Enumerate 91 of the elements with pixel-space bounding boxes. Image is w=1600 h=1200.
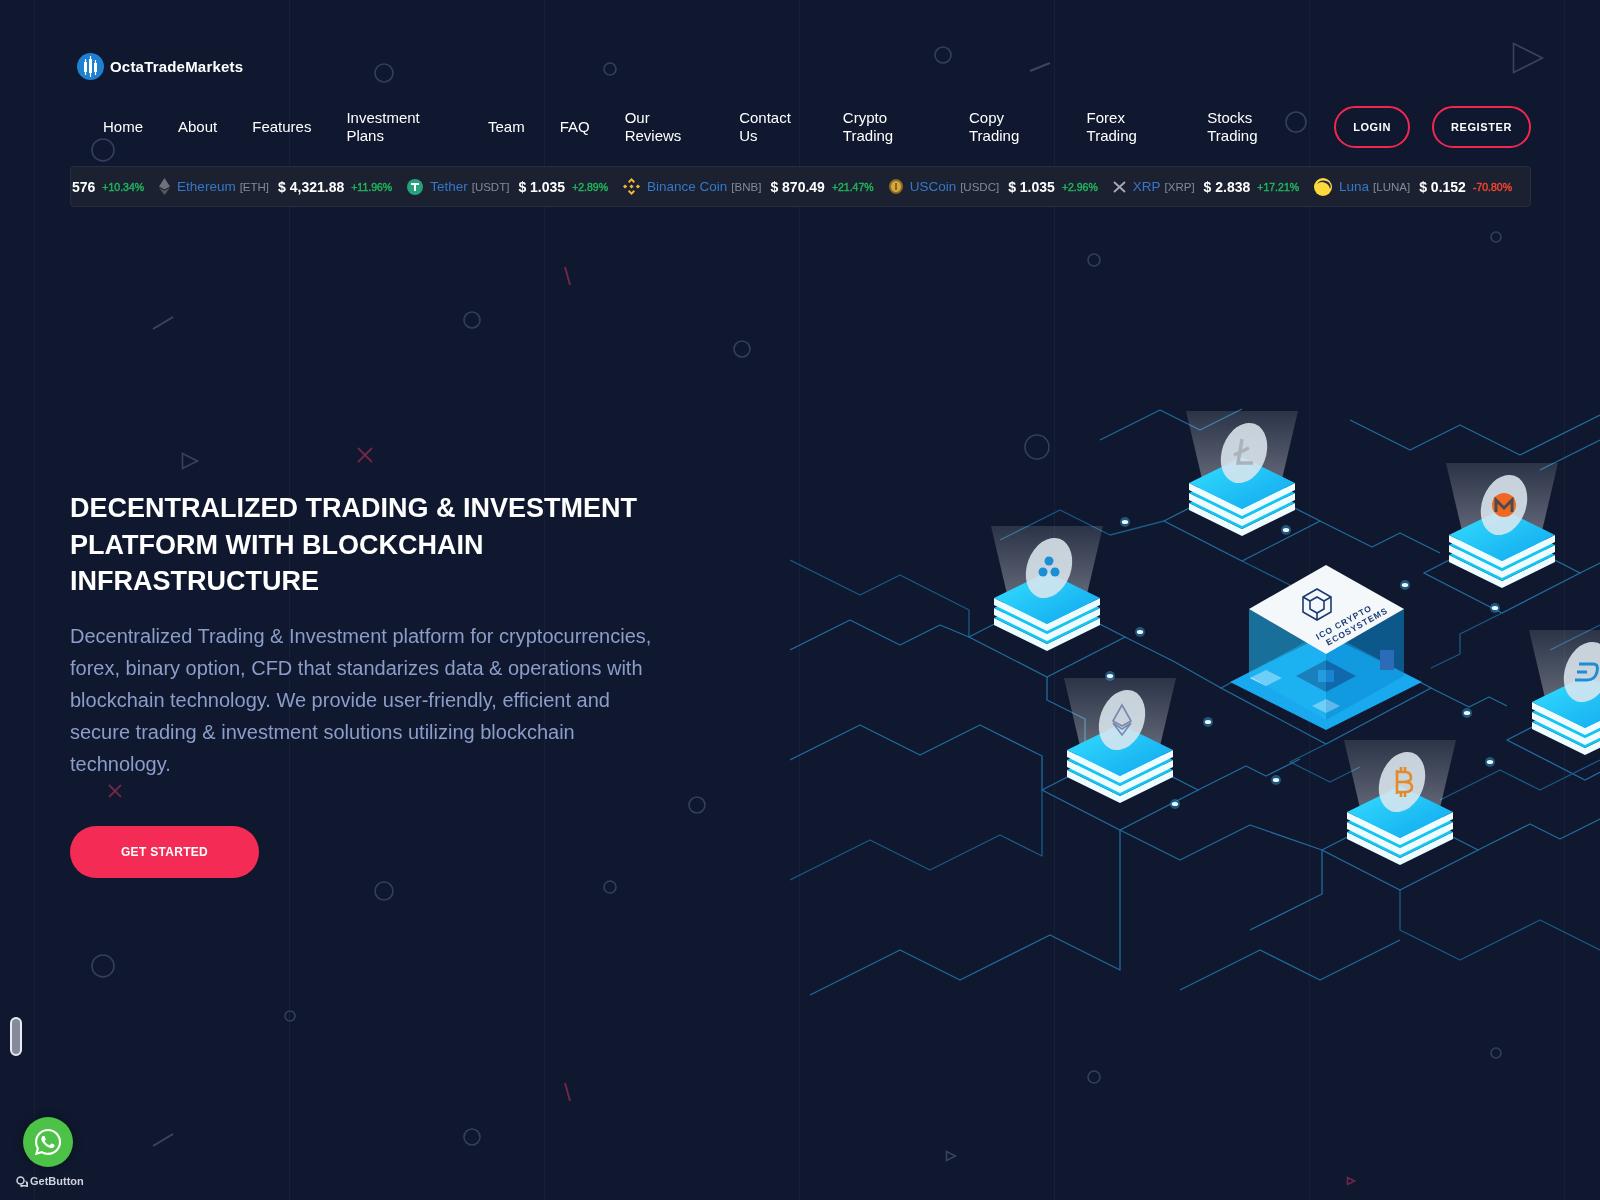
hero-description: Decentralized Trading & Investment platform for cryptocurrencies, forex, binary option, CFD that standarizes data & operations with blockchain technology. We provide user-friendly, efficient and secure trading & investment solutions utilizing blockchain technology.	[70, 623, 653, 777]
nav-link[interactable]: Features	[252, 118, 312, 136]
coin-icon	[1025, 537, 1073, 599]
candlestick-logo-icon	[77, 53, 104, 80]
diamond-pattern-coin-icon	[623, 178, 641, 195]
price-change: +21.47%	[831, 180, 874, 193]
coin-price: $ 2.838	[1203, 178, 1251, 195]
coin-name[interactable]: Binance Coin	[647, 179, 728, 194]
nav-link[interactable]: Copy Trading	[968, 109, 1052, 145]
coin-price: $ 4,321.88	[278, 178, 345, 195]
dash-mark-icon	[1029, 62, 1051, 72]
price-change: +2.96%	[1061, 180, 1098, 193]
coin-icon	[1480, 474, 1528, 536]
circle-outline-icon	[91, 954, 115, 978]
circle-outline-icon	[733, 340, 751, 358]
price-change: +11.96%	[351, 180, 393, 193]
scroll-handle[interactable]	[10, 1017, 22, 1056]
triangle-outline-icon	[181, 452, 199, 470]
dash-mark-icon	[563, 266, 571, 286]
dash-mark-icon	[563, 1082, 571, 1102]
dash-mark-icon	[152, 316, 174, 330]
circle-outline-icon	[1024, 434, 1050, 460]
widget-credit-link[interactable]: GetButton	[30, 1175, 84, 1187]
circle-outline-icon	[603, 62, 617, 76]
nav-link[interactable]: Stocks Trading	[1207, 109, 1300, 145]
coin-price: $ 870.49	[770, 178, 825, 195]
coin-name[interactable]: Luna	[1339, 179, 1370, 194]
coin-price: $ 1.035	[1008, 178, 1055, 195]
circle-outline-icon	[463, 1128, 481, 1146]
coin-icon	[888, 179, 903, 194]
triangle-outline-icon	[1346, 1176, 1356, 1186]
price-change: -70.80%	[1472, 180, 1512, 193]
circle-outline-icon	[463, 311, 481, 329]
circle-outline-icon	[1285, 111, 1307, 133]
circle-outline-icon	[284, 1010, 296, 1022]
whatsapp-chat-button[interactable]	[23, 1117, 73, 1167]
coin-icon	[1378, 751, 1426, 813]
nav-link[interactable]: Forex Trading	[1086, 109, 1173, 145]
t-coin-icon	[407, 178, 424, 195]
circle-outline-icon	[1490, 231, 1502, 243]
nav-link[interactable]: About	[178, 118, 218, 136]
circle-outline-icon	[1087, 1070, 1101, 1084]
hero-title: DECENTRALIZED TRADING & INVESTMENT PLATFORM WITH BLOCKCHAIN INFRASTRUCTURE	[70, 492, 638, 598]
coin-price: 576	[72, 178, 96, 195]
nav-link[interactable]: Home	[103, 118, 143, 136]
chat-bubbles-icon	[16, 1175, 28, 1187]
circle-outline-icon	[688, 796, 706, 814]
circle-outline-icon	[1087, 253, 1101, 267]
coin-symbol: [BNB]	[731, 180, 762, 193]
cross-mark-icon	[108, 784, 122, 798]
coin-name[interactable]: USCoin	[909, 179, 957, 194]
coin-price: $ 1.035	[518, 178, 566, 195]
coin-name[interactable]: XRP	[1132, 179, 1161, 194]
coin-icon	[1098, 689, 1146, 751]
brand-name[interactable]: OctaTradeMarkets	[110, 58, 244, 75]
coin-symbol: [USDC]	[960, 180, 1000, 193]
circle-outline-icon	[1490, 1047, 1502, 1059]
coin-icon	[1563, 641, 1600, 703]
circle-outline-icon	[91, 138, 115, 162]
circle-outline-icon	[603, 880, 617, 894]
diamond-coin-icon	[159, 178, 171, 195]
price-change: +2.89%	[572, 180, 609, 193]
coin-icon	[1220, 422, 1268, 484]
nav-link[interactable]: Investment Plans	[346, 109, 453, 145]
nav-link[interactable]: Contact Us	[739, 109, 808, 145]
coin-name[interactable]: Tether	[430, 179, 468, 194]
cross-coin-icon	[1112, 180, 1126, 193]
circle-outline-icon	[934, 46, 952, 64]
coin-price: $ 0.152	[1419, 178, 1466, 195]
phone-chat-icon	[33, 1127, 63, 1157]
coin-symbol: [USDT]	[471, 180, 510, 193]
nav-link[interactable]: Team	[487, 118, 525, 136]
cross-mark-icon	[357, 447, 373, 463]
coin-symbol: [ETH]	[239, 180, 270, 193]
nav-link[interactable]: Crypto Trading	[842, 109, 934, 145]
get-started-button[interactable]: GET STARTED	[70, 825, 259, 878]
price-change: +17.21%	[1257, 180, 1300, 193]
circle-outline-icon	[374, 881, 394, 901]
dash-mark-icon	[152, 1133, 174, 1147]
auth-button[interactable]: LOGIN	[1334, 106, 1410, 148]
circle-outline-icon	[374, 63, 394, 83]
nav-link[interactable]: Our Reviews	[624, 109, 705, 145]
nav-link[interactable]: FAQ	[559, 118, 590, 136]
coin-name[interactable]: Ethereum	[177, 179, 236, 194]
triangle-outline-icon	[945, 1150, 957, 1162]
coin-symbol: [XRP]	[1164, 180, 1195, 193]
price-change: +10.34%	[102, 180, 145, 193]
auth-button[interactable]: REGISTER	[1431, 106, 1531, 148]
crescent-coin-icon	[1314, 177, 1333, 196]
coin-symbol: [LUNA]	[1373, 180, 1411, 193]
triangle-outline-icon	[1512, 42, 1544, 74]
